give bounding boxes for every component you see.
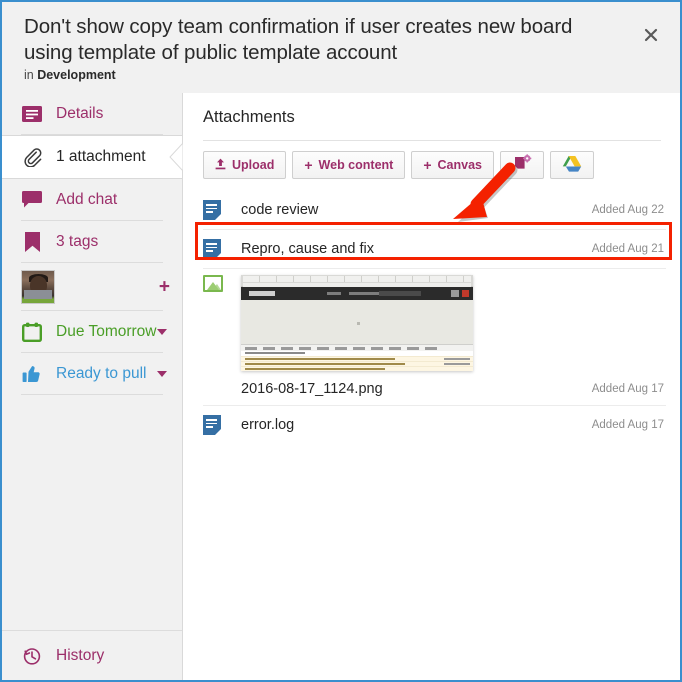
sidebar-item-label: Details	[56, 105, 104, 122]
canvas-button[interactable]: + Canvas	[411, 151, 494, 179]
details-icon	[21, 103, 43, 125]
document-template-button[interactable]	[500, 151, 544, 179]
sidebar-item-history[interactable]: History	[2, 630, 182, 680]
divider	[21, 394, 163, 395]
document-icon	[203, 200, 223, 220]
attachment-name: 2016-08-17_1124.png	[241, 381, 383, 397]
plus-icon: +	[423, 157, 432, 173]
attachments-list: code review Added Aug 22 Repro, cause an…	[203, 191, 666, 444]
attachment-name: error.log	[241, 417, 295, 433]
sidebar-item-status[interactable]: Ready to pull	[2, 353, 182, 395]
plus-icon: +	[304, 157, 313, 173]
sidebar-item-attachments[interactable]: 1 attachment	[2, 135, 183, 179]
document-icon	[203, 415, 223, 435]
breadcrumb: in Development	[24, 68, 116, 82]
attachment-date: Added Aug 21	[591, 243, 664, 255]
google-drive-button[interactable]	[550, 151, 594, 179]
chevron-down-icon[interactable]	[157, 371, 167, 377]
active-tab-notch	[169, 143, 183, 171]
members-row[interactable]: +	[2, 263, 182, 311]
thumbs-up-icon	[21, 363, 43, 385]
attachment-date: Added Aug 17	[591, 383, 664, 395]
tag-icon	[21, 231, 43, 253]
card-detail-window: Don't show copy team confirmation if use…	[0, 0, 682, 682]
upload-icon	[215, 158, 226, 173]
attachment-row[interactable]: code review Added Aug 22	[203, 191, 666, 230]
button-label: Upload	[232, 158, 275, 172]
sidebar-item-label: Add chat	[56, 191, 118, 208]
attachments-toolbar: Upload + Web content + Canvas	[203, 151, 594, 179]
close-icon[interactable]	[638, 22, 664, 48]
sidebar: Details 1 attachment Add chat 3 tags + D…	[2, 93, 183, 680]
calendar-icon	[21, 321, 43, 343]
upload-button[interactable]: Upload	[203, 151, 287, 179]
image-icon	[203, 275, 223, 295]
avatar-background	[22, 299, 54, 303]
panel-title: Attachments	[203, 108, 295, 126]
sidebar-item-details[interactable]: Details	[2, 93, 182, 135]
sidebar-item-label: Ready to pull	[56, 365, 147, 382]
paperclip-icon	[21, 146, 43, 168]
attachment-row[interactable]: error.log Added Aug 17	[203, 406, 666, 444]
sidebar-item-add-chat[interactable]: Add chat	[2, 179, 182, 221]
document-icon	[203, 239, 223, 259]
divider	[203, 140, 661, 141]
google-drive-icon	[562, 155, 582, 176]
chat-icon	[21, 189, 43, 211]
avatar[interactable]	[21, 270, 55, 304]
breadcrumb-prefix: in	[24, 68, 38, 82]
sidebar-item-label: 1 attachment	[56, 148, 146, 165]
sidebar-item-tags[interactable]: 3 tags	[2, 221, 182, 263]
attachment-caption-row: 2016-08-17_1124.png Added Aug 17	[203, 371, 666, 403]
attachment-date: Added Aug 17	[591, 419, 664, 431]
attachment-row-repro[interactable]: Repro, cause and fix Added Aug 21	[203, 230, 666, 269]
attachment-preview-image[interactable]	[241, 275, 473, 371]
sidebar-item-label: Due Tomorrow	[56, 323, 157, 340]
page-title: Don't show copy team confirmation if use…	[24, 15, 573, 64]
attachment-name: code review	[241, 202, 319, 218]
attachments-panel: Attachments Upload + Web content + Canva…	[184, 93, 680, 680]
web-content-button[interactable]: + Web content	[292, 151, 406, 179]
sidebar-item-due-date[interactable]: Due Tomorrow	[2, 311, 182, 353]
sidebar-item-label: History	[56, 646, 105, 664]
sidebar-item-label: 3 tags	[56, 233, 99, 250]
breadcrumb-board: Development	[37, 68, 116, 82]
document-gear-icon	[512, 153, 532, 177]
button-label: Canvas	[437, 158, 482, 172]
history-clock-icon	[21, 645, 43, 667]
add-member-button[interactable]: +	[159, 278, 170, 297]
attachment-thumbnail-area	[203, 269, 666, 371]
avatar-shirt	[24, 290, 52, 299]
button-label: Web content	[318, 158, 394, 172]
chevron-down-icon[interactable]	[157, 329, 167, 335]
attachment-name: Repro, cause and fix	[241, 241, 374, 257]
attachment-date: Added Aug 22	[591, 204, 664, 216]
attachment-row-image[interactable]: 2016-08-17_1124.png Added Aug 17	[203, 269, 666, 406]
card-header: Don't show copy team confirmation if use…	[2, 2, 680, 93]
card-body: Details 1 attachment Add chat 3 tags + D…	[2, 93, 680, 680]
